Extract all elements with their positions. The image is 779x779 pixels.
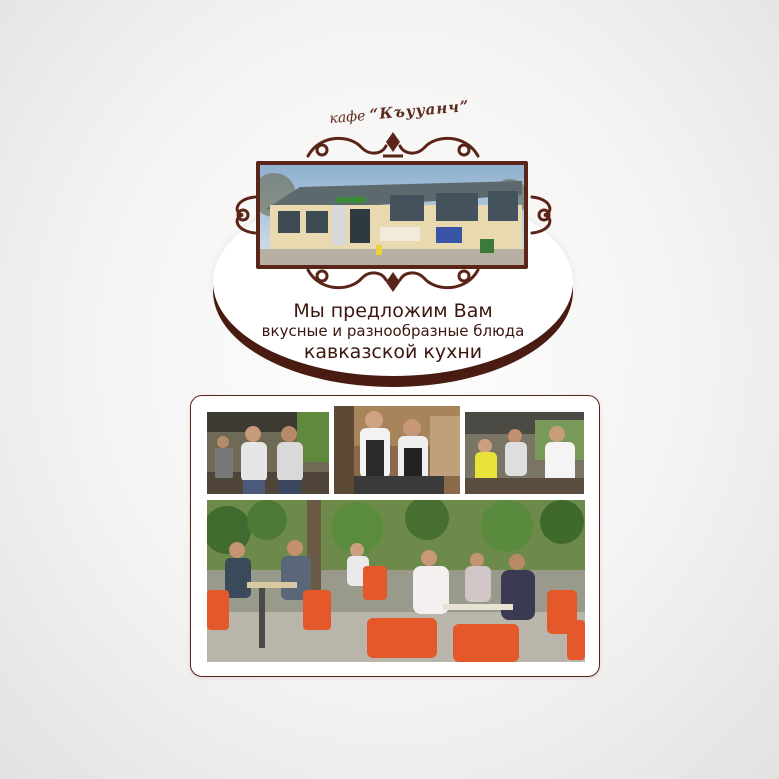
slogan-line-1: Мы предложим Вам [293,300,493,322]
slogan-line-3: кавказской кухни [303,341,483,363]
cafe-name: “Къууанч” [368,96,471,124]
cafe-building-photo-frame [256,161,528,269]
staff-photo-2 [334,406,460,494]
staff-photo-3 [465,412,584,494]
cafe-building-photo [260,165,524,265]
slogan: Мы предложим Вам вкусные и разнообразные… [230,300,556,363]
top-scroll-ornament-icon [306,132,480,158]
cafe-prefix: кафе [328,108,367,128]
right-scroll-ornament-icon [530,195,552,235]
slogan-line-2: вкусные и разнообразные блюда [261,322,525,340]
terrace-guests-photo [207,500,585,662]
left-scroll-ornament-icon [235,195,257,235]
staff-photo-1 [207,412,329,494]
